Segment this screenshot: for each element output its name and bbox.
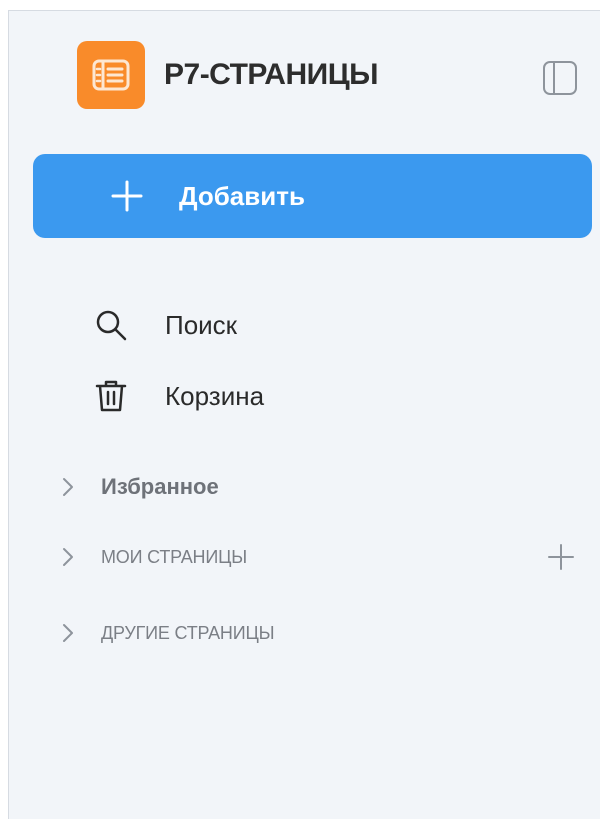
nav-item-trash[interactable]: Корзина: [69, 368, 549, 424]
trash-icon: [95, 380, 127, 412]
chevron-right-icon: [63, 624, 73, 642]
nav-item-search[interactable]: Поиск: [69, 297, 549, 353]
section-favorites-label: Избранное: [101, 474, 219, 499]
section-my-pages[interactable]: МОИ СТРАНИЦЫ: [49, 535, 589, 579]
section-favorites[interactable]: Избранное: [49, 465, 589, 509]
search-icon: [96, 310, 127, 341]
add-page-plus-icon[interactable]: [543, 539, 579, 575]
plus-icon: [111, 180, 143, 212]
sidebar-panel-icon: [543, 61, 577, 95]
add-button-label: Добавить: [179, 181, 305, 211]
sidebar: Р7-СТРАНИЦЫ Добавить Поиск Корзина Избра…: [8, 10, 600, 819]
document-book-icon: [92, 59, 130, 91]
chevron-right-icon: [63, 478, 73, 496]
section-other-pages[interactable]: ДРУГИЕ СТРАНИЦЫ: [49, 611, 589, 655]
chevron-right-icon: [63, 548, 73, 566]
sidebar-panel-toggle-button[interactable]: [541, 59, 579, 97]
sidebar-header: Р7-СТРАНИЦЫ: [9, 11, 600, 141]
section-other-pages-label: ДРУГИЕ СТРАНИЦЫ: [101, 623, 275, 643]
add-button[interactable]: Добавить: [33, 154, 592, 238]
app-logo[interactable]: [77, 41, 145, 109]
app-title: Р7-СТРАНИЦЫ: [164, 58, 378, 91]
nav-item-trash-label: Корзина: [165, 381, 265, 411]
section-my-pages-label: МОИ СТРАНИЦЫ: [101, 547, 247, 567]
nav-item-search-label: Поиск: [165, 310, 238, 340]
